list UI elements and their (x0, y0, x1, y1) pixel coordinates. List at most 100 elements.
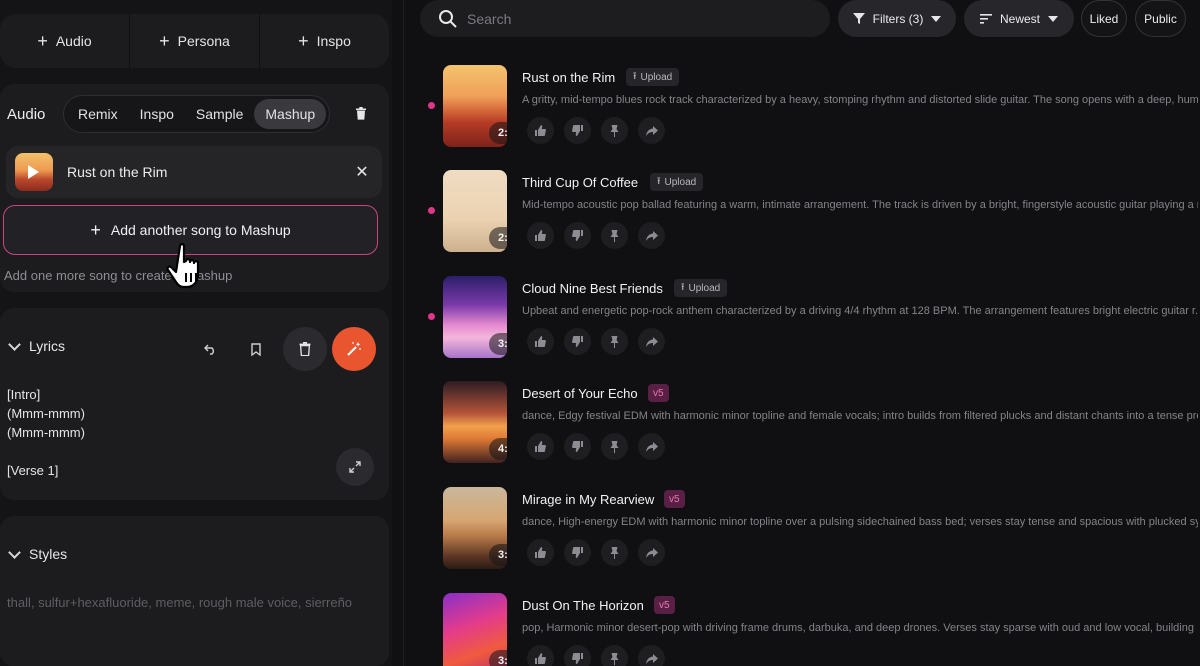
thumbs-up-icon[interactable] (527, 539, 554, 566)
track-duration: 2:55 (489, 122, 507, 144)
song-thumbnail (15, 153, 53, 191)
track-cover[interactable]: 3:25 (443, 276, 507, 358)
thumbs-down-icon[interactable] (564, 117, 591, 144)
share-icon[interactable] (638, 539, 665, 566)
pin-icon[interactable] (601, 645, 628, 666)
play-icon[interactable] (28, 165, 39, 179)
plus-icon: + (298, 31, 309, 51)
upload-badge: ⭱ Upload (674, 279, 728, 297)
add-inspo-button[interactable]: + Inspo (259, 14, 389, 68)
pin-icon[interactable] (601, 539, 628, 566)
liked-filter-button[interactable]: Liked (1081, 0, 1127, 37)
search-placeholder: Search (467, 10, 512, 27)
thumbs-down-icon[interactable] (564, 433, 591, 460)
add-persona-label: Persona (177, 33, 230, 49)
expand-icon[interactable] (336, 448, 374, 486)
add-audio-button[interactable]: + Audio (0, 14, 129, 68)
selected-song-chip[interactable]: Rust on the Rim ✕ (6, 146, 382, 198)
styles-toggle[interactable]: Styles (8, 545, 67, 562)
track-title[interactable]: Mirage in My Rearview (522, 492, 654, 507)
filter-icon (852, 13, 865, 24)
track-title[interactable]: Desert of Your Echo (522, 386, 638, 401)
pin-icon[interactable] (601, 222, 628, 249)
clear-lyrics-button[interactable] (283, 327, 327, 371)
track-cover[interactable]: 3:29 (443, 593, 507, 666)
share-icon[interactable] (638, 645, 665, 666)
model-badge: v5 (648, 384, 669, 402)
pin-icon[interactable] (601, 433, 628, 460)
track-description: dance, High-energy EDM with harmonic min… (522, 516, 1198, 528)
chevron-down-icon (931, 15, 942, 22)
share-icon[interactable] (638, 328, 665, 355)
plus-icon: + (37, 31, 48, 51)
add-persona-button[interactable]: + Persona (129, 14, 259, 68)
share-icon[interactable] (638, 117, 665, 144)
filters-button[interactable]: Filters (3) (838, 0, 956, 37)
thumbs-down-icon[interactable] (564, 222, 591, 249)
track-description: A gritty, mid-tempo blues rock track cha… (522, 94, 1198, 106)
filters-label: Filters (3) (872, 11, 924, 26)
panel-divider (403, 0, 404, 666)
upload-icon: ⭱ (633, 70, 637, 82)
public-filter-button[interactable]: Public (1135, 0, 1186, 37)
search-input[interactable]: Search (420, 0, 830, 37)
styles-input[interactable]: thall, sulfur+hexafluoride, meme, rough … (7, 595, 352, 610)
track-cover[interactable]: 3:54 (443, 487, 507, 569)
track-title[interactable]: Cloud Nine Best Friends (522, 281, 663, 296)
track-row[interactable]: 3:25 Cloud Nine Best Friends ⭱Upload Upb… (420, 276, 1200, 366)
mode-remix[interactable]: Remix (67, 99, 129, 129)
track-duration: 3:54 (489, 544, 507, 566)
track-row[interactable]: 3:54 Mirage in My Rearview v5 dance, Hig… (420, 487, 1200, 577)
share-icon[interactable] (638, 433, 665, 460)
thumbs-up-icon[interactable] (527, 645, 554, 666)
mode-mashup[interactable]: Mashup (254, 99, 327, 129)
lyric-line: [Verse 1] (7, 463, 59, 478)
track-cover[interactable]: 4:57 (443, 381, 507, 463)
trash-icon[interactable] (352, 104, 370, 122)
thumbs-down-icon[interactable] (564, 328, 591, 355)
plus-icon: + (159, 31, 170, 51)
track-title[interactable]: Third Cup Of Coffee (522, 175, 638, 190)
pin-icon[interactable] (601, 117, 628, 144)
track-row[interactable]: 2:55 Rust on the Rim ⭱Upload A gritty, m… (420, 65, 1200, 155)
track-title[interactable]: Dust On The Horizon (522, 598, 644, 613)
share-icon[interactable] (638, 222, 665, 249)
track-row[interactable]: 4:57 Desert of Your Echo v5 dance, Edgy … (420, 381, 1200, 471)
model-badge: v5 (654, 596, 675, 614)
styles-section: Styles thall, sulfur+hexafluoride, meme,… (0, 516, 389, 666)
thumbs-up-icon[interactable] (527, 117, 554, 144)
thumbs-up-icon[interactable] (527, 433, 554, 460)
track-cover[interactable]: 2:55 (443, 65, 507, 147)
create-toolbar: + Audio + Persona + Inspo (0, 14, 389, 68)
lyric-line: (Mmm-mmm) (7, 406, 85, 421)
thumbs-down-icon[interactable] (564, 539, 591, 566)
public-label: Public (1144, 11, 1177, 26)
track-title[interactable]: Rust on the Rim (522, 70, 615, 85)
mode-sample[interactable]: Sample (185, 99, 254, 129)
thumbs-up-icon[interactable] (527, 222, 554, 249)
audio-mode-selector: Remix Inspo Sample Mashup (63, 95, 331, 133)
thumbs-down-icon[interactable] (564, 645, 591, 666)
magic-wand-icon[interactable] (332, 327, 376, 371)
sort-button[interactable]: Newest (964, 0, 1074, 37)
upload-badge: ⭱ Upload (650, 173, 704, 191)
pin-icon[interactable] (601, 328, 628, 355)
new-indicator (428, 207, 435, 214)
plus-icon: + (90, 220, 101, 240)
undo-icon[interactable] (189, 327, 233, 371)
new-indicator (428, 102, 435, 109)
track-cover[interactable]: 2:59 (443, 170, 507, 252)
track-row[interactable]: 3:29 Dust On The Horizon v5 pop, Harmoni… (420, 593, 1200, 666)
badge-label: Upload (640, 71, 673, 83)
badge-label: Upload (664, 176, 697, 188)
track-duration: 3:25 (489, 333, 507, 355)
audio-section-title: Audio (7, 105, 46, 123)
lyrics-toggle[interactable]: Lyrics (8, 337, 65, 354)
upload-badge: ⭱ Upload (626, 68, 680, 86)
bookmark-icon[interactable] (234, 327, 278, 371)
close-icon[interactable]: ✕ (342, 162, 382, 182)
track-row[interactable]: 2:59 Third Cup Of Coffee ⭱Upload Mid-tem… (420, 170, 1200, 260)
thumbs-up-icon[interactable] (527, 328, 554, 355)
mode-inspo[interactable]: Inspo (129, 99, 185, 129)
lyric-line: (Mmm-mmm) (7, 425, 85, 440)
